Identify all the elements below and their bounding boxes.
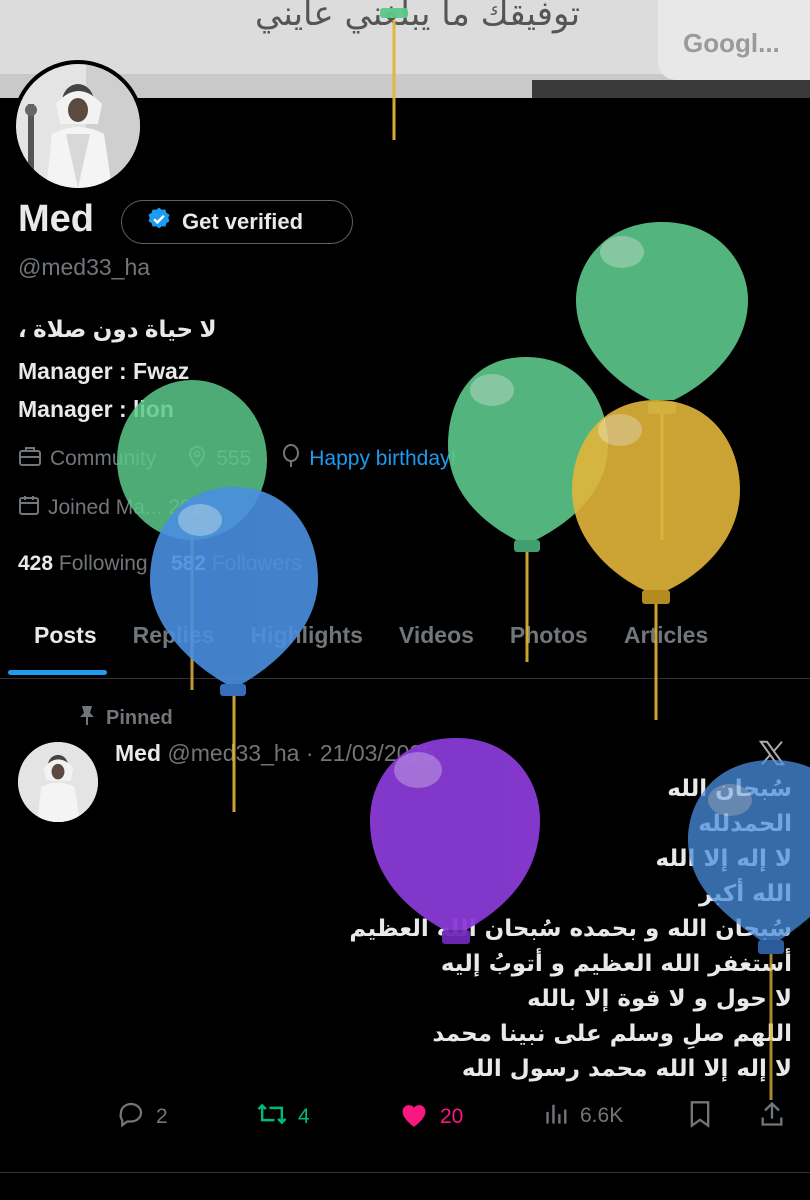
tweet-actions: 2 4 20 6.6K — [0, 1100, 810, 1140]
repost-icon — [256, 1100, 288, 1134]
pin-icon — [78, 704, 96, 732]
follow-stats: 428 Following 582 Followers — [18, 552, 302, 576]
views-count: 6.6K — [580, 1104, 624, 1127]
bookmark-button[interactable] — [688, 1100, 712, 1134]
banner-dark-strip — [532, 80, 810, 98]
tweet-line: الحمدلله — [698, 811, 792, 837]
bookmark-icon — [688, 1100, 712, 1134]
joined-label: Joined Ma... 2021 — [48, 496, 215, 519]
bio-line-2: Manager : Fwaz — [18, 358, 190, 384]
category-label: Community — [50, 447, 157, 470]
balloon-icon — [281, 444, 301, 474]
verified-badge-icon — [146, 206, 172, 238]
repost-button[interactable]: 4 — [256, 1100, 310, 1134]
share-icon — [758, 1100, 786, 1134]
profile-tabs: Posts Replies Highlights Videos Photos A… — [0, 616, 810, 679]
get-verified-button[interactable]: Get verified — [121, 200, 353, 244]
x-logo-icon — [757, 738, 787, 773]
tab-articles[interactable]: Articles — [606, 616, 726, 678]
tab-replies[interactable]: Replies — [115, 616, 233, 678]
profile-name: Med — [18, 198, 94, 240]
like-count: 20 — [440, 1105, 464, 1128]
profile-handle: @med33_ha — [18, 254, 151, 280]
profile-avatar[interactable] — [12, 60, 144, 192]
banner-text: توفيقك ما يبلغني عايني — [255, 0, 581, 34]
location-pin-icon — [186, 444, 208, 474]
tab-photos[interactable]: Photos — [492, 616, 606, 678]
reply-count: 2 — [156, 1105, 168, 1128]
tweet-handle-date: @med33_ha · 21/03/2025 — [167, 740, 435, 766]
analytics-icon — [544, 1100, 570, 1132]
briefcase-icon — [18, 445, 42, 473]
following-link[interactable]: 428 Following — [18, 552, 148, 575]
bio-line-1: لا حياة دون صلاة ، — [18, 316, 217, 342]
tweet-line: سُبحان الله — [667, 776, 792, 802]
pinned-label: Pinned — [106, 706, 173, 729]
profile-meta-row: Community 555 Happy birthday! — [18, 444, 486, 474]
profile-joined: Joined Ma... 2021 — [18, 494, 215, 522]
tweet-header: Med @med33_ha · 21/03/2025 — [115, 740, 435, 767]
views-button[interactable]: 6.6K — [544, 1100, 623, 1132]
tweet-line: سُبحان الله و بحمده سُبحان الله العظيم — [349, 916, 792, 942]
birthday-label: Happy birthday! — [309, 447, 457, 470]
balloon-green-right — [576, 222, 748, 540]
profile-joined-row: Joined Ma... 2021 — [18, 494, 245, 522]
reply-icon — [116, 1100, 146, 1134]
get-verified-label: Get verified — [182, 209, 304, 234]
profile-birthday[interactable]: Happy birthday! — [281, 444, 456, 474]
tweet-line: اللهم صلِ وسلم على نبينا محمد — [432, 1021, 792, 1047]
tab-posts[interactable]: Posts — [0, 616, 115, 678]
repost-count: 4 — [298, 1105, 310, 1128]
followers-count: 582 — [170, 552, 206, 575]
following-count: 428 — [18, 552, 54, 575]
tweet-line: لا إله إلا الله — [655, 846, 792, 872]
bio-line-3: Manager : lion — [18, 396, 174, 422]
followers-label: Followers — [211, 552, 302, 575]
profile-category: Community — [18, 445, 156, 473]
profile-location: 555 — [186, 444, 251, 474]
following-label: Following — [58, 552, 148, 575]
calendar-icon — [18, 494, 40, 522]
tweet-divider — [0, 1172, 810, 1173]
reply-button[interactable]: 2 — [116, 1100, 168, 1134]
tweet-author[interactable]: Med — [115, 740, 161, 766]
tweet-body: سُبحان الله الحمدلله لا إله إلا الله الل… — [172, 772, 792, 1087]
banner-search-text: Googl... — [683, 28, 780, 58]
tweet-line: أستغفر الله العظيم و أتوبُ إليه — [440, 951, 792, 977]
followers-link[interactable]: 582 Followers — [171, 552, 302, 575]
tweet-line: الله أكبر — [699, 881, 792, 907]
tweet-avatar[interactable] — [18, 742, 98, 822]
heart-icon — [398, 1100, 430, 1134]
share-button[interactable] — [758, 1100, 786, 1134]
like-button[interactable]: 20 — [398, 1100, 463, 1134]
pinned-indicator: Pinned — [78, 704, 173, 732]
tab-videos[interactable]: Videos — [381, 616, 492, 678]
tweet-line: لا إله إلا الله محمد رسول الله — [461, 1056, 792, 1082]
tab-highlights[interactable]: Highlights — [232, 616, 380, 678]
location-label: 555 — [216, 447, 252, 470]
tweet-line: لا حول و لا قوة إلا بالله — [527, 986, 792, 1012]
